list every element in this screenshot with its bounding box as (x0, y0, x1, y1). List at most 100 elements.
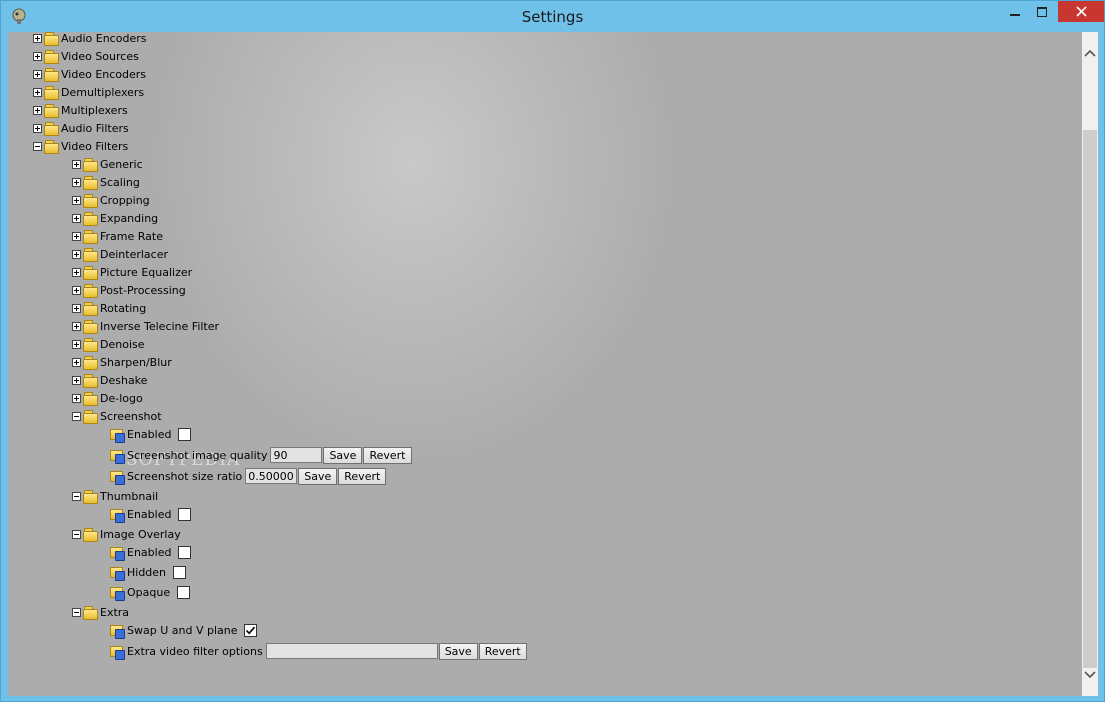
minimize-button[interactable] (1001, 1, 1029, 22)
tree-item-thumbnail[interactable]: Thumbnail (72, 487, 158, 505)
extra-options-input[interactable] (265, 643, 438, 659)
setting-screenshot-quality: Screenshot image quality Save Revert (109, 446, 412, 464)
close-button[interactable] (1058, 1, 1104, 22)
minus-box-icon[interactable] (33, 141, 42, 151)
tree-item-deinterlacer[interactable]: Deinterlacer (72, 245, 168, 263)
plus-box-icon[interactable] (72, 213, 81, 223)
tree-item-audio-filters[interactable]: Audio Filters (33, 119, 129, 137)
plus-box-icon[interactable] (72, 357, 81, 367)
swap-uv-checkbox[interactable] (244, 623, 258, 637)
plus-box-icon[interactable] (33, 51, 42, 61)
maximize-button[interactable] (1029, 1, 1055, 22)
extra-options-save-button[interactable]: Save (438, 642, 478, 660)
tree-item-sharpen-blur[interactable]: Sharpen/Blur (72, 353, 172, 371)
folder-icon (82, 319, 98, 334)
plus-box-icon[interactable] (72, 339, 81, 349)
tree-item-video-encoders[interactable]: Video Encoders (33, 65, 146, 83)
folder-icon (82, 337, 98, 352)
overlay-opaque-checkbox[interactable] (177, 585, 191, 599)
screenshot-size-ratio-revert-button[interactable]: Revert (338, 467, 387, 485)
screenshot-quality-revert-button[interactable]: Revert (363, 446, 412, 464)
folder-icon (43, 67, 59, 82)
plus-box-icon[interactable] (72, 375, 81, 385)
tree-item-demultiplexers[interactable]: Demultiplexers (33, 83, 144, 101)
folder-icon (43, 85, 59, 100)
overlay-enabled-checkbox[interactable] (178, 545, 192, 559)
title-bar[interactable]: Settings (1, 1, 1104, 32)
tree-item-screenshot[interactable]: Screenshot (72, 407, 162, 425)
settings-window: Settings SOFTPEDIA Audio Encoders Video … (0, 0, 1105, 702)
setting-screenshot-size-ratio: Screenshot size ratio Save Revert (109, 467, 387, 485)
folder-icon (82, 527, 98, 542)
plus-box-icon[interactable] (72, 231, 81, 241)
tree-item-audio-encoders[interactable]: Audio Encoders (33, 32, 146, 47)
plus-box-icon[interactable] (72, 249, 81, 259)
screenshot-enabled-checkbox[interactable] (178, 427, 192, 441)
minus-box-icon[interactable] (72, 411, 81, 421)
chevron-down-icon[interactable] (1082, 666, 1098, 684)
tree-item-post-processing[interactable]: Post-Processing (72, 281, 186, 299)
screenshot-size-ratio-save-button[interactable]: Save (298, 467, 338, 485)
screenshot-quality-input[interactable] (270, 447, 323, 463)
plus-box-icon[interactable] (33, 123, 42, 133)
scrollbar-thumb[interactable] (1083, 130, 1097, 668)
plus-box-icon[interactable] (33, 87, 42, 97)
minus-box-icon[interactable] (72, 491, 81, 501)
screenshot-size-ratio-input[interactable] (245, 468, 298, 484)
setting-thumbnail-enabled: Enabled (109, 505, 192, 523)
folder-icon (82, 301, 98, 316)
minus-box-icon[interactable] (72, 529, 81, 539)
tree-item-extra[interactable]: Extra (72, 603, 129, 621)
folder-icon (82, 211, 98, 226)
minus-box-icon[interactable] (72, 607, 81, 617)
tree-item-denoise[interactable]: Denoise (72, 335, 145, 353)
plus-box-icon[interactable] (72, 177, 81, 187)
tree-item-picture-equalizer[interactable]: Picture Equalizer (72, 263, 192, 281)
tree-item-generic[interactable]: Generic (72, 155, 143, 173)
plus-box-icon[interactable] (72, 285, 81, 295)
extra-options-revert-button[interactable]: Revert (478, 642, 527, 660)
setting-icon (109, 623, 125, 639)
plus-box-icon[interactable] (72, 303, 81, 313)
tree-item-video-filters[interactable]: Video Filters (33, 137, 128, 155)
folder-icon (82, 605, 98, 620)
folder-icon (82, 355, 98, 370)
folder-icon (82, 409, 98, 424)
setting-icon (109, 565, 125, 581)
screenshot-quality-save-button[interactable]: Save (323, 446, 363, 464)
plus-box-icon[interactable] (72, 321, 81, 331)
tree-item-multiplexers[interactable]: Multiplexers (33, 101, 128, 119)
setting-extra-options: Extra video filter options Save Revert (109, 642, 527, 660)
plus-box-icon[interactable] (72, 195, 81, 205)
tree-item-expanding[interactable]: Expanding (72, 209, 158, 227)
setting-icon (109, 507, 125, 523)
tree-item-de-logo[interactable]: De-logo (72, 389, 143, 407)
tree-item-deshake[interactable]: Deshake (72, 371, 147, 389)
setting-icon (109, 469, 125, 485)
tree-item-inverse-telecine[interactable]: Inverse Telecine Filter (72, 317, 219, 335)
folder-icon (43, 139, 59, 154)
tree-item-rotating[interactable]: Rotating (72, 299, 146, 317)
setting-icon (109, 545, 125, 561)
plus-box-icon[interactable] (33, 33, 42, 43)
tree-item-frame-rate[interactable]: Frame Rate (72, 227, 163, 245)
plus-box-icon[interactable] (72, 393, 81, 403)
folder-icon (82, 373, 98, 388)
plus-box-icon[interactable] (72, 267, 81, 277)
tree-item-cropping[interactable]: Cropping (72, 191, 150, 209)
folder-icon (82, 391, 98, 406)
thumbnail-enabled-checkbox[interactable] (178, 507, 192, 521)
overlay-hidden-checkbox[interactable] (173, 565, 187, 579)
plus-box-icon[interactable] (72, 159, 81, 169)
checkmark-icon (246, 626, 256, 634)
tree-item-video-sources[interactable]: Video Sources (33, 47, 139, 65)
vertical-scrollbar[interactable] (1082, 32, 1098, 696)
tree-item-scaling[interactable]: Scaling (72, 173, 140, 191)
plus-box-icon[interactable] (33, 69, 42, 79)
plus-box-icon[interactable] (33, 105, 42, 115)
folder-icon (82, 175, 98, 190)
tree-item-image-overlay[interactable]: Image Overlay (72, 525, 181, 543)
window-title: Settings (521, 8, 584, 26)
chevron-up-icon[interactable] (1082, 44, 1098, 62)
folder-icon (43, 32, 59, 46)
